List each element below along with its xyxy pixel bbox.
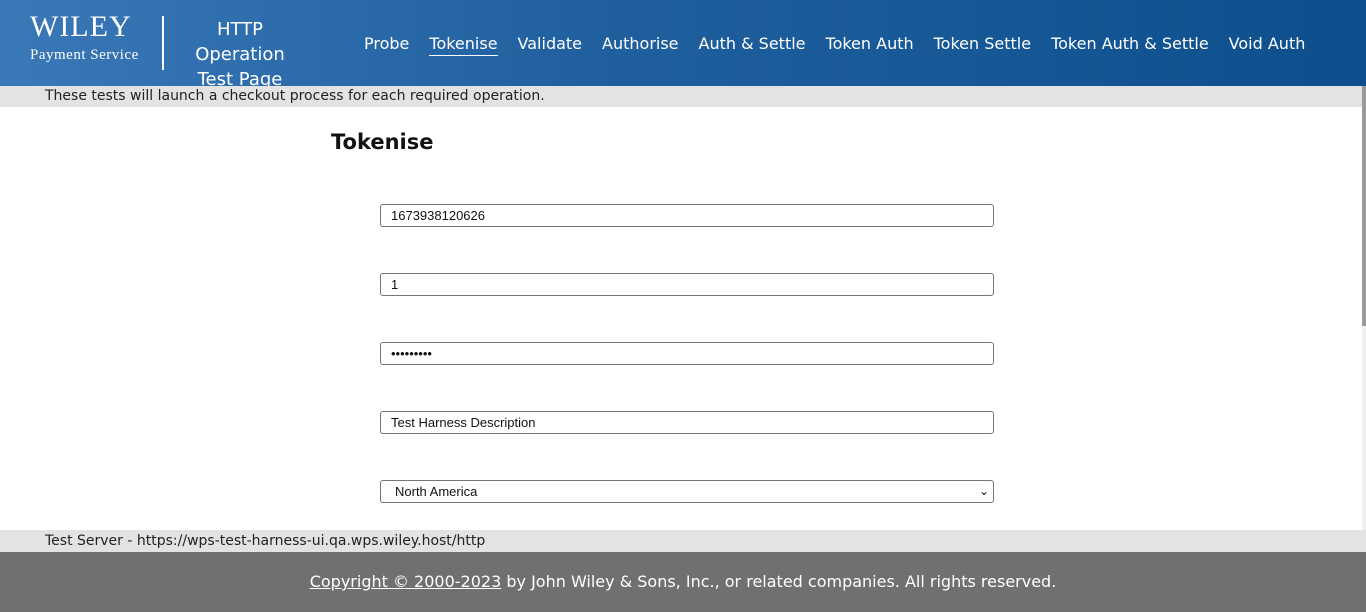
- header-banner: WILEY Payment Service HTTP Operation Tes…: [0, 0, 1366, 90]
- nav-probe[interactable]: Probe: [364, 33, 409, 56]
- server-info-bar: Test Server - https://wps-test-harness-u…: [0, 530, 1366, 552]
- region-select-value: North America: [395, 484, 478, 499]
- logo-divider: [162, 16, 164, 70]
- main-nav: Probe Tokenise Validate Authorise Auth &…: [364, 33, 1325, 56]
- heading-line-1: HTTP Operation: [195, 19, 285, 65]
- footer: Copyright © 2000-2023 by John Wiley & So…: [0, 552, 1366, 612]
- wiley-logo[interactable]: WILEY Payment Service: [30, 12, 150, 68]
- nav-void-auth[interactable]: Void Auth: [1229, 33, 1306, 56]
- copyright-link[interactable]: Copyright © 2000-2023: [310, 572, 502, 591]
- scrollbar-thumb[interactable]: [1362, 86, 1366, 326]
- field-2-input[interactable]: 1: [380, 273, 994, 296]
- password-input[interactable]: •••••••••: [380, 342, 994, 365]
- nav-token-settle[interactable]: Token Settle: [934, 33, 1031, 56]
- nav-token-auth-settle[interactable]: Token Auth & Settle: [1051, 33, 1209, 56]
- logo-wordmark: WILEY: [30, 10, 132, 43]
- nav-validate[interactable]: Validate: [518, 33, 582, 56]
- copyright-text: by John Wiley & Sons, Inc., or related c…: [501, 572, 1057, 591]
- description-input[interactable]: Test Harness Description: [380, 411, 994, 434]
- nav-tokenise[interactable]: Tokenise: [429, 33, 498, 56]
- chevron-down-icon: ⌄: [978, 484, 989, 498]
- logo-subtitle: Payment Service: [30, 47, 139, 63]
- nav-token-auth[interactable]: Token Auth: [826, 33, 914, 56]
- info-bar: These tests will launch a checkout proce…: [0, 86, 1362, 107]
- region-select[interactable]: North America ⌄: [380, 480, 994, 503]
- page-title: Tokenise: [331, 130, 434, 154]
- nav-authorise[interactable]: Authorise: [602, 33, 679, 56]
- nav-auth-settle[interactable]: Auth & Settle: [699, 33, 806, 56]
- page-heading: HTTP Operation Test Page: [170, 17, 310, 92]
- field-1-input[interactable]: 1673938120626: [380, 204, 994, 227]
